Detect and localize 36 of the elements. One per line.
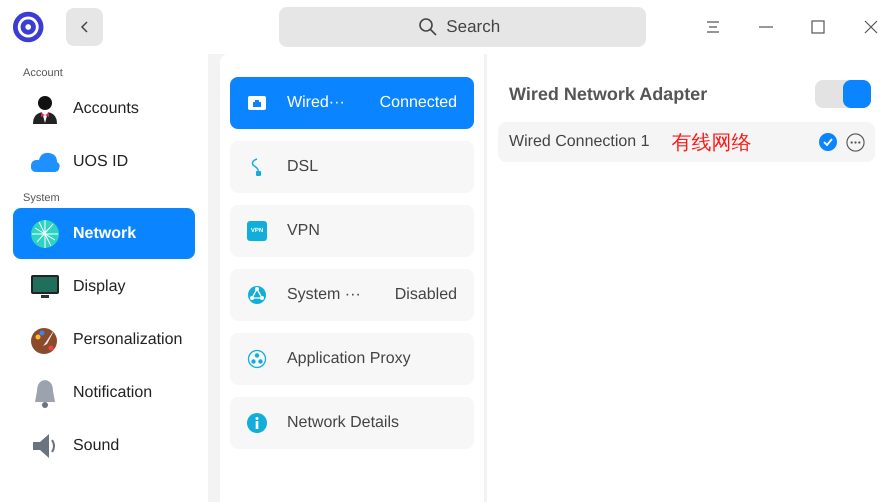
- network-nodes-icon: [247, 285, 267, 305]
- network-type-item[interactable]: Wired··· Connected: [230, 77, 474, 129]
- maximize-icon: [810, 19, 826, 35]
- minimize-icon: [758, 26, 774, 28]
- section-heading: Account: [23, 66, 64, 81]
- section-heading: System: [23, 191, 61, 206]
- nodes-circle-icon: [247, 349, 267, 369]
- close-icon: [862, 19, 879, 35]
- network-globe-icon: [29, 218, 61, 250]
- annotation-text: 有线网络: [672, 129, 752, 156]
- search-icon: [418, 17, 438, 37]
- network-type-item[interactable]: Application Proxy: [230, 333, 474, 385]
- search-field[interactable]: Search: [278, 7, 646, 47]
- more-icon: [846, 132, 864, 152]
- sidebar-item[interactable]: Accounts: [13, 83, 195, 134]
- sidebar-item[interactable]: Sound: [13, 420, 195, 471]
- sidebar-item[interactable]: Notification: [13, 367, 195, 418]
- toggle-switch[interactable]: [815, 80, 871, 108]
- adapter-title: Wired Network Adapter: [509, 82, 708, 106]
- more-button[interactable]: [845, 132, 865, 152]
- network-type-item[interactable]: Network Details: [230, 397, 474, 449]
- search-input[interactable]: Search: [446, 14, 506, 40]
- network-type-item[interactable]: DSL: [230, 141, 474, 193]
- status-text: Connected: [380, 93, 457, 113]
- network-type-item[interactable]: System ··· Disabled: [230, 269, 474, 321]
- status-text: Disabled: [394, 285, 457, 305]
- toggle-thumb: [843, 80, 871, 108]
- sidebar-item[interactable]: Personalization: [13, 314, 195, 365]
- ethernet-port-icon: [247, 93, 267, 113]
- sidebar-item[interactable]: UOS ID: [13, 136, 195, 187]
- sidebar-item[interactable]: Display: [13, 261, 195, 312]
- menu-icon: [705, 19, 722, 35]
- connection-name: Wired Connection 1: [509, 132, 650, 152]
- info-icon: [247, 413, 267, 433]
- sidebar-item[interactable]: Network: [13, 208, 195, 259]
- connection-row[interactable]: Wired Connection 1 有线网络: [498, 122, 875, 162]
